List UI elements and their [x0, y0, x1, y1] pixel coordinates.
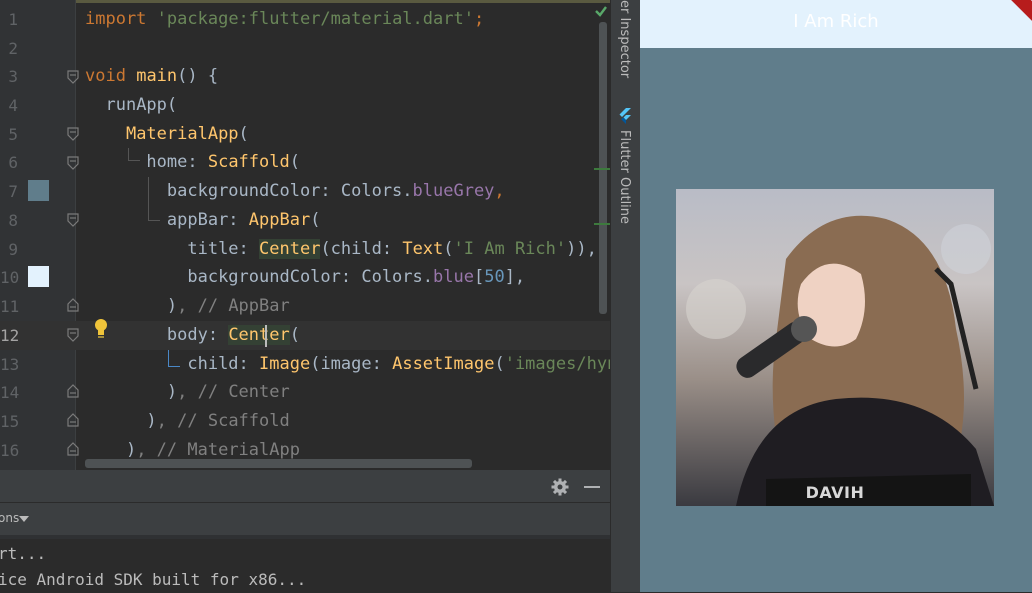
gear-icon[interactable] — [551, 478, 569, 496]
change-marker[interactable] — [594, 223, 610, 225]
fold-marker-icon[interactable] — [67, 70, 79, 84]
code-text[interactable]: home: Scaffold( — [85, 148, 300, 177]
panel-header — [0, 470, 610, 503]
fold-marker-icon[interactable] — [67, 298, 79, 312]
run-panel: ons rt... ice Android SDK built for x86.… — [0, 470, 610, 592]
code-line[interactable]: 4 runApp( — [0, 91, 610, 120]
line-number: 16 — [0, 441, 20, 460]
panel-toolbar: ons — [0, 503, 610, 539]
code-text[interactable]: MaterialApp( — [85, 120, 249, 149]
line-number: 5 — [8, 125, 18, 144]
indent-guide — [168, 366, 180, 367]
code-text[interactable]: child: Image(image: AssetImage('images/h… — [85, 350, 610, 379]
code-line[interactable]: 11 ), // AppBar — [0, 292, 610, 321]
indent-guide — [128, 160, 140, 161]
line-number: 3 — [8, 67, 18, 86]
line-number: 2 — [8, 39, 18, 58]
lightbulb-icon[interactable] — [93, 318, 109, 340]
tab-flutter-inspector[interactable]: er Inspector — [617, 0, 632, 78]
code-text[interactable]: void main() { — [85, 62, 218, 91]
code-line[interactable]: 13 child: Image(image: AssetImage('image… — [0, 350, 610, 379]
app-title: I Am Rich — [793, 11, 879, 32]
code-line[interactable]: 5 MaterialApp( — [0, 120, 610, 149]
code-text[interactable]: ), // Center — [85, 378, 290, 407]
code-line[interactable]: 7 backgroundColor: Colors.blueGrey, — [0, 177, 610, 206]
emulator-screen[interactable]: I Am Rich DAVIH — [640, 0, 1032, 592]
fold-marker-icon[interactable] — [67, 213, 79, 227]
code-line[interactable]: 6 home: Scaffold( — [0, 148, 610, 177]
indent-guide — [148, 177, 149, 220]
code-text[interactable]: appBar: AppBar( — [85, 206, 321, 235]
code-line[interactable]: 2 — [0, 34, 610, 63]
code-line[interactable]: 8 appBar: AppBar( — [0, 206, 610, 235]
line-number: 15 — [0, 412, 20, 431]
code-line[interactable]: 15 ), // Scaffold — [0, 407, 610, 436]
line-number: 10 — [0, 268, 20, 287]
indent-guide — [168, 350, 169, 366]
tool-window-strip: er Inspector Flutter Outline — [610, 0, 641, 592]
fold-marker-icon[interactable] — [67, 127, 79, 141]
fold-marker-icon[interactable] — [67, 384, 79, 398]
line-number: 6 — [8, 153, 18, 172]
fold-marker-icon[interactable] — [67, 156, 79, 170]
singer-photo: DAVIH — [676, 189, 994, 506]
line-number: 7 — [8, 182, 18, 201]
code-text[interactable]: title: Center(child: Text('I Am Rich')), — [85, 235, 597, 264]
line-number: 13 — [0, 355, 20, 374]
indent-guide — [148, 220, 160, 221]
line-number: 11 — [0, 297, 20, 316]
photo-caption: DAVIH — [805, 483, 865, 502]
horizontal-scrollbar[interactable] — [85, 459, 472, 468]
indent-guide — [128, 148, 129, 160]
color-swatch-bluegrey[interactable] — [28, 180, 49, 201]
tab-flutter-outline[interactable]: Flutter Outline — [617, 130, 632, 224]
editor-top-border — [0, 0, 610, 3]
console-line: rt... — [0, 544, 47, 563]
code-text[interactable]: ), // AppBar — [85, 292, 290, 321]
code-line-current[interactable]: 12 body: Center( — [0, 321, 610, 350]
fold-marker-icon[interactable] — [67, 328, 79, 342]
code-text[interactable]: body: Center( — [85, 321, 300, 350]
code-line[interactable]: 3 void main() { — [0, 62, 610, 91]
fold-marker-icon[interactable] — [67, 442, 79, 456]
line-number: 12 — [0, 326, 20, 345]
code-text[interactable]: ), // Scaffold — [85, 407, 289, 436]
line-number: 14 — [0, 383, 20, 402]
console-line: ice Android SDK built for x86... — [0, 570, 307, 589]
console-output[interactable]: rt... ice Android SDK built for x86... — [0, 539, 610, 592]
dropdown-arrow-icon[interactable] — [19, 516, 29, 522]
flutter-icon — [618, 108, 632, 124]
minimize-icon[interactable] — [584, 486, 600, 488]
code-line[interactable]: 1 import 'package:flutter/material.dart'… — [0, 5, 610, 34]
code-line[interactable]: 10 backgroundColor: Colors.blue[50], — [0, 263, 610, 292]
code-text[interactable]: import 'package:flutter/material.dart'; — [85, 5, 484, 34]
text-caret — [265, 325, 267, 347]
options-dropdown[interactable]: ons — [0, 511, 19, 525]
code-text[interactable]: backgroundColor: Colors.blue[50], — [85, 263, 525, 292]
fold-marker-icon[interactable] — [67, 413, 79, 427]
line-number: 8 — [8, 211, 18, 230]
line-number: 4 — [8, 96, 18, 115]
check-icon — [594, 3, 608, 17]
code-line[interactable]: 14 ), // Center — [0, 378, 610, 407]
line-number: 1 — [8, 10, 18, 29]
line-number: 9 — [8, 240, 18, 259]
code-text[interactable]: runApp( — [85, 91, 177, 120]
code-editor[interactable]: 1 import 'package:flutter/material.dart'… — [0, 0, 610, 470]
app-bar: I Am Rich — [640, 0, 1032, 48]
color-swatch-blue50[interactable] — [28, 266, 49, 287]
code-line[interactable]: 9 title: Center(child: Text('I Am Rich')… — [0, 235, 610, 264]
change-marker[interactable] — [594, 168, 610, 170]
